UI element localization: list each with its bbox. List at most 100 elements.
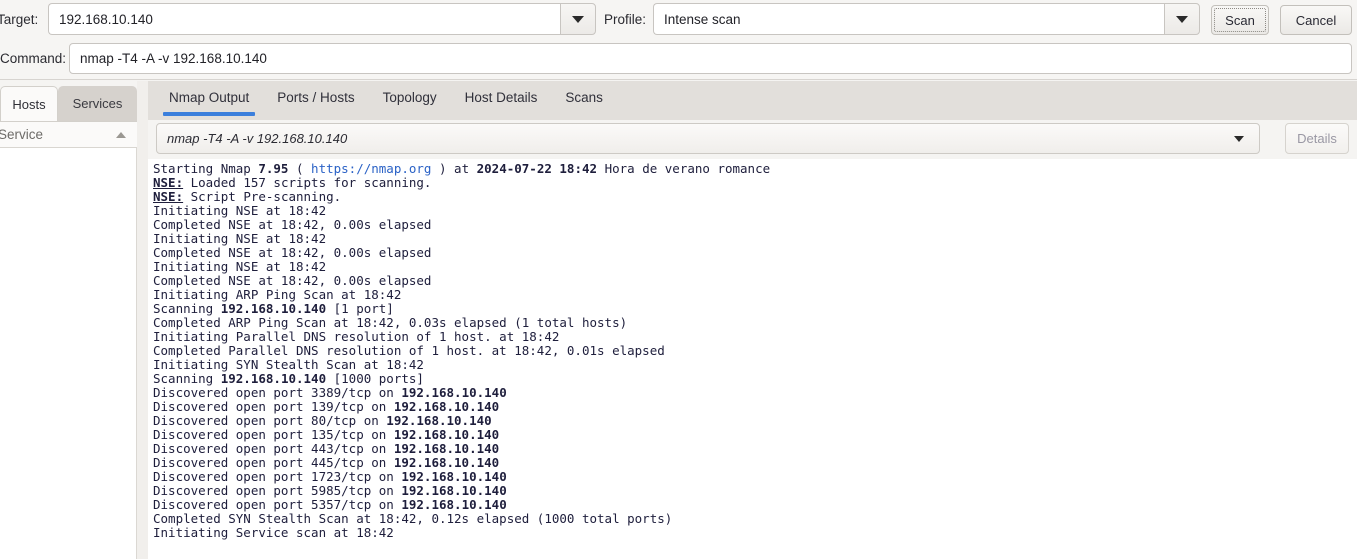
hosts-services-sidebar: Hosts Services Service	[0, 81, 137, 559]
tab-scans[interactable]: Scans	[551, 81, 617, 113]
output-text: Discovered open port 443/tcp on	[153, 441, 394, 456]
scan-button[interactable]: Scan	[1211, 5, 1269, 35]
output-text: ) at	[431, 161, 477, 176]
output-text: Loaded 157 scripts for scanning.	[183, 175, 432, 190]
command-input[interactable]: nmap -T4 -A -v 192.168.10.140	[69, 43, 1352, 74]
output-line: Initiating NSE at 18:42	[153, 260, 1357, 274]
output-text: 192.168.10.140	[386, 413, 492, 428]
output-text: Initiating NSE at 18:42	[153, 203, 327, 218]
tab-host-details[interactable]: Host Details	[451, 81, 552, 113]
panel-divider[interactable]	[137, 81, 148, 559]
output-line: Initiating SYN Stealth Scan at 18:42	[153, 358, 1357, 372]
profile-combobox[interactable]: Intense scan	[653, 3, 1200, 35]
scan-selector-dropdown-button[interactable]	[1219, 135, 1259, 142]
target-dropdown-button[interactable]	[560, 3, 596, 35]
output-line: Completed NSE at 18:42, 0.00s elapsed	[153, 274, 1357, 288]
chevron-down-icon	[572, 15, 584, 23]
output-text: Completed NSE at 18:42, 0.00s elapsed	[153, 273, 432, 288]
nmap-output-area[interactable]: Starting Nmap 7.95 ( https://nmap.org ) …	[148, 159, 1357, 559]
output-text: 192.168.10.140	[393, 441, 500, 456]
nmap-org-link[interactable]: https://nmap.org	[311, 161, 431, 176]
profile-dropdown-button[interactable]	[1164, 3, 1200, 35]
output-text: Discovered open port 445/tcp on	[153, 455, 394, 470]
output-line: Completed NSE at 18:42, 0.00s elapsed	[153, 246, 1357, 260]
service-column-label: Service	[0, 127, 44, 142]
tab-nmap-output[interactable]: Nmap Output	[155, 81, 263, 116]
output-line: Discovered open port 80/tcp on 192.168.1…	[153, 414, 1357, 428]
output-text: Completed NSE at 18:42, 0.00s elapsed	[153, 245, 432, 260]
tab-ports-hosts[interactable]: Ports / Hosts	[263, 81, 368, 113]
command-label: Command:	[0, 51, 67, 66]
profile-input[interactable]: Intense scan	[653, 3, 1164, 35]
output-line: Initiating Parallel DNS resolution of 1 …	[153, 330, 1357, 344]
output-text: 192.168.10.140	[220, 301, 327, 316]
target-input[interactable]: 192.168.10.140	[48, 3, 560, 35]
output-text: Completed ARP Ping Scan at 18:42, 0.03s …	[153, 315, 628, 330]
output-line: Initiating NSE at 18:42	[153, 232, 1357, 246]
scan-toolbar: Target: 192.168.10.140 Profile: Intense …	[0, 0, 1357, 80]
scan-button-label: Scan	[1225, 12, 1255, 28]
chevron-down-icon	[1234, 135, 1244, 142]
output-text: Completed Parallel DNS resolution of 1 h…	[153, 343, 665, 358]
output-line: Starting Nmap 7.95 ( https://nmap.org ) …	[153, 162, 1357, 176]
output-line: Initiating Service scan at 18:42	[153, 526, 1357, 540]
output-text: [1000 ports]	[326, 371, 424, 386]
output-text: Scanning	[153, 371, 221, 386]
zenmap-window: Target: 192.168.10.140 Profile: Intense …	[0, 0, 1357, 559]
output-text: Initiating NSE at 18:42	[153, 259, 327, 274]
sidebar-tab-hosts[interactable]: Hosts	[0, 86, 58, 121]
output-text: Discovered open port 5357/tcp on	[153, 497, 402, 512]
scan-selector-value: nmap -T4 -A -v 192.168.10.140	[167, 131, 348, 146]
output-text: 7.95	[258, 161, 289, 176]
cancel-button-label: Cancel	[1295, 12, 1337, 28]
output-text: Initiating NSE at 18:42	[153, 231, 327, 246]
profile-label: Profile:	[604, 12, 647, 27]
main-panel: Nmap Output Ports / Hosts Topology Host …	[148, 81, 1357, 559]
output-line: Discovered open port 135/tcp on 192.168.…	[153, 428, 1357, 442]
tab-host-details-label: Host Details	[464, 89, 538, 105]
output-text: 192.168.10.140	[220, 371, 327, 386]
output-text: [1 port]	[326, 301, 394, 316]
target-combobox[interactable]: 192.168.10.140	[48, 3, 596, 35]
output-line: Initiating NSE at 18:42	[153, 204, 1357, 218]
output-text: 192.168.10.140	[401, 497, 507, 512]
output-text: Completed NSE at 18:42, 0.00s elapsed	[153, 217, 432, 232]
details-button[interactable]: Details	[1285, 123, 1349, 154]
output-text: 2024-07-22 18:42	[476, 161, 598, 176]
service-list[interactable]	[0, 148, 137, 559]
output-text: 192.168.10.140	[393, 427, 500, 442]
sidebar-tab-hosts-label: Hosts	[12, 96, 46, 112]
output-line: Discovered open port 5985/tcp on 192.168…	[153, 484, 1357, 498]
output-line: Discovered open port 139/tcp on 192.168.…	[153, 400, 1357, 414]
output-text: Completed SYN Stealth Scan at 18:42, 0.1…	[153, 511, 673, 526]
output-text: Discovered open port 139/tcp on	[153, 399, 394, 414]
output-line: Completed ARP Ping Scan at 18:42, 0.03s …	[153, 316, 1357, 330]
chevron-down-icon	[1176, 15, 1188, 23]
output-text: Initiating ARP Ping Scan at 18:42	[153, 287, 402, 302]
output-line: Discovered open port 3389/tcp on 192.168…	[153, 386, 1357, 400]
sort-ascending-icon	[116, 131, 126, 138]
output-text: NSE:	[153, 175, 184, 190]
output-line: Discovered open port 5357/tcp on 192.168…	[153, 498, 1357, 512]
sidebar-tab-services[interactable]: Services	[58, 86, 137, 121]
tab-topology[interactable]: Topology	[369, 81, 451, 113]
tab-topology-label: Topology	[382, 89, 437, 105]
output-line: Initiating ARP Ping Scan at 18:42	[153, 288, 1357, 302]
nmap-output-text: Starting Nmap 7.95 ( https://nmap.org ) …	[148, 159, 1357, 540]
output-line: Discovered open port 445/tcp on 192.168.…	[153, 456, 1357, 470]
active-tab-indicator	[163, 112, 256, 116]
output-line: Completed SYN Stealth Scan at 18:42, 0.1…	[153, 512, 1357, 526]
output-text: Scanning	[153, 301, 221, 316]
output-line: NSE: Script Pre-scanning.	[153, 190, 1357, 204]
tab-scans-label: Scans	[565, 89, 603, 105]
output-text: 192.168.10.140	[401, 483, 507, 498]
cancel-button[interactable]: Cancel	[1280, 5, 1352, 35]
service-column-header[interactable]: Service	[0, 121, 137, 148]
output-line: Discovered open port 443/tcp on 192.168.…	[153, 442, 1357, 456]
output-text: Initiating Parallel DNS resolution of 1 …	[153, 329, 560, 344]
output-text: Initiating Service scan at 18:42	[153, 525, 394, 540]
main-tabstrip: Nmap Output Ports / Hosts Topology Host …	[148, 81, 1357, 120]
details-button-label: Details	[1297, 131, 1337, 146]
scan-selector-combobox[interactable]: nmap -T4 -A -v 192.168.10.140	[156, 123, 1260, 154]
output-text: 192.168.10.140	[401, 469, 507, 484]
